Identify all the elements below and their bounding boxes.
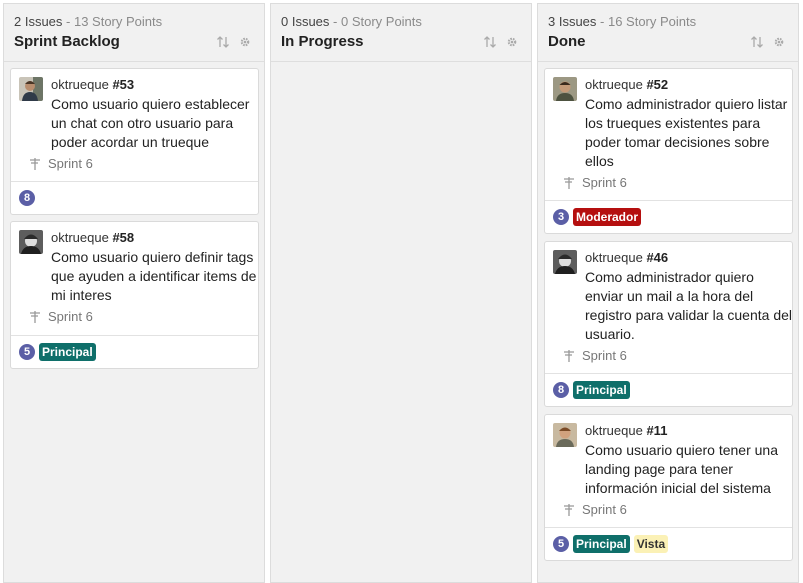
issue-summary[interactable]: Como usuario quiero establecer un chat c…: [51, 95, 258, 152]
issue-label[interactable]: Principal: [39, 343, 96, 361]
story-points-badge: 5: [19, 344, 35, 360]
issue-header: oktrueque #52: [585, 77, 668, 92]
issue-user: oktrueque: [585, 250, 643, 265]
issue-user: oktrueque: [51, 230, 109, 245]
issue-number[interactable]: #52: [646, 77, 668, 92]
issue-card[interactable]: oktrueque #52 Como administrador quiero …: [544, 68, 793, 234]
gear-icon[interactable]: [772, 35, 786, 49]
avatar: [553, 423, 577, 447]
signpost-icon: [564, 350, 574, 362]
issue-user: oktrueque: [51, 77, 109, 92]
column-in-progress: 0 Issues - 0 Story Points In Progress: [270, 3, 532, 583]
avatar: [553, 250, 577, 274]
issue-label[interactable]: Principal: [573, 381, 630, 399]
sprint-tag: Sprint 6: [29, 309, 93, 324]
sprint-name: Sprint 6: [582, 348, 627, 363]
issue-number[interactable]: #53: [112, 77, 134, 92]
story-points-badge: 8: [553, 382, 569, 398]
issue-header: oktrueque #58: [51, 230, 134, 245]
issue-label[interactable]: Moderador: [573, 208, 642, 226]
card-footer: 8 Principal: [545, 373, 792, 406]
signpost-icon: [564, 177, 574, 189]
column-header: 3 Issues - 16 Story Points Done: [538, 4, 798, 62]
column-done: 3 Issues - 16 Story Points Done oktruequ…: [537, 3, 799, 583]
signpost-icon: [30, 311, 40, 323]
issue-card[interactable]: oktrueque #46 Como administrador quiero …: [544, 241, 793, 407]
column-title: Sprint Backlog: [14, 33, 120, 50]
sprint-name: Sprint 6: [582, 502, 627, 517]
signpost-icon: [30, 158, 40, 170]
issue-card[interactable]: oktrueque #58 Como usuario quiero defini…: [10, 221, 259, 369]
story-points-badge: 5: [553, 536, 569, 552]
story-point-count: - 13 Story Points: [62, 14, 163, 29]
signpost-icon: [564, 504, 574, 516]
sprint-tag: Sprint 6: [563, 175, 627, 190]
issue-number[interactable]: #46: [646, 250, 668, 265]
issue-user: oktrueque: [585, 77, 643, 92]
column-header: 2 Issues - 13 Story Points Sprint Backlo…: [4, 4, 264, 62]
column-title: Done: [548, 33, 586, 50]
issue-count: 0 Issues: [281, 14, 330, 29]
card-footer: 5 Principal: [11, 335, 258, 368]
issue-summary[interactable]: Como administrador quiero listar los tru…: [585, 95, 792, 171]
issue-header: oktrueque #53: [51, 77, 134, 92]
sort-arrows-icon[interactable]: [216, 35, 230, 49]
issue-card[interactable]: oktrueque #53 Como usuario quiero establ…: [10, 68, 259, 215]
issue-header: oktrueque #11: [585, 423, 667, 438]
issue-number[interactable]: #11: [646, 423, 667, 438]
avatar: [553, 77, 577, 101]
column-counts: 0 Issues - 0 Story Points: [281, 14, 422, 29]
gear-icon[interactable]: [505, 35, 519, 49]
column-sprint-backlog: 2 Issues - 13 Story Points Sprint Backlo…: [3, 3, 265, 583]
issue-summary[interactable]: Como usuario quiero tener una landing pa…: [585, 441, 792, 498]
story-point-count: - 16 Story Points: [596, 14, 697, 29]
issue-summary[interactable]: Como usuario quiero definir tags que ayu…: [51, 248, 258, 305]
story-points-badge: 8: [19, 190, 35, 206]
issue-summary[interactable]: Como administrador quiero enviar un mail…: [585, 268, 792, 344]
sprint-name: Sprint 6: [48, 309, 93, 324]
card-footer: 8: [11, 181, 258, 214]
avatar: [19, 77, 43, 101]
story-point-count: - 0 Story Points: [329, 14, 422, 29]
gear-icon[interactable]: [238, 35, 252, 49]
sprint-name: Sprint 6: [48, 156, 93, 171]
issue-label[interactable]: Vista: [633, 535, 669, 553]
column-counts: 2 Issues - 13 Story Points: [14, 14, 162, 29]
sprint-tag: Sprint 6: [563, 348, 627, 363]
story-points-badge: 3: [553, 209, 569, 225]
card-footer: 5 Principal Vista: [545, 527, 792, 560]
issue-label[interactable]: Principal: [573, 535, 630, 553]
column-title: In Progress: [281, 33, 364, 50]
card-footer: 3 Moderador: [545, 200, 792, 233]
issue-header: oktrueque #46: [585, 250, 668, 265]
sort-arrows-icon[interactable]: [483, 35, 497, 49]
avatar: [19, 230, 43, 254]
column-header: 0 Issues - 0 Story Points In Progress: [271, 4, 531, 62]
column-counts: 3 Issues - 16 Story Points: [548, 14, 696, 29]
sprint-name: Sprint 6: [582, 175, 627, 190]
sprint-tag: Sprint 6: [29, 156, 93, 171]
issue-number[interactable]: #58: [112, 230, 134, 245]
issue-count: 2 Issues: [14, 14, 63, 29]
issue-count: 3 Issues: [548, 14, 597, 29]
sprint-board: 2 Issues - 13 Story Points Sprint Backlo…: [0, 0, 803, 583]
sprint-tag: Sprint 6: [563, 502, 627, 517]
issue-user: oktrueque: [585, 423, 643, 438]
sort-arrows-icon[interactable]: [750, 35, 764, 49]
issue-card[interactable]: oktrueque #11 Como usuario quiero tener …: [544, 414, 793, 561]
